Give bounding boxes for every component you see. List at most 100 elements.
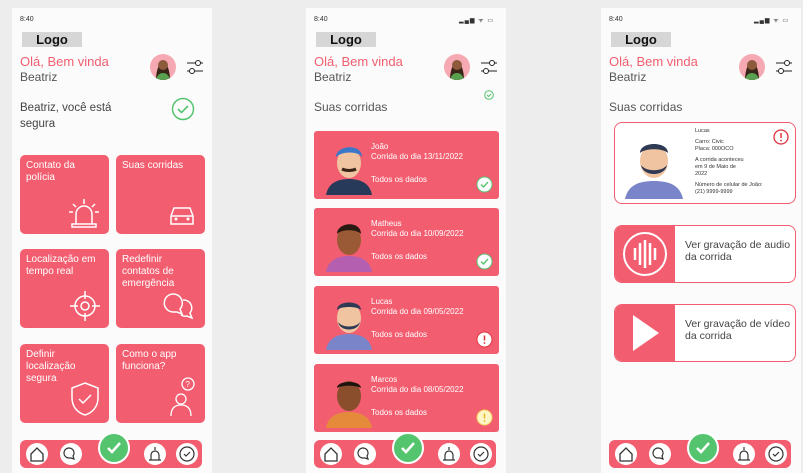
user-name: Beatriz [314, 70, 352, 84]
tile-label: Localização em tempo real [26, 254, 96, 277]
alert-circle-icon [476, 331, 493, 348]
driver-name: João [371, 142, 389, 151]
location-target-icon [70, 291, 100, 321]
car-plate: Placa: 000OCO [695, 146, 734, 152]
status-time: 8:40 [609, 16, 623, 23]
tile-how-app-works[interactable]: Como o app funciona?? [116, 344, 205, 423]
all-data-link[interactable]: Todos os dados [371, 330, 427, 339]
check-icon [696, 442, 710, 454]
driver-avatar [326, 147, 372, 195]
car-model: Carro: Civic [695, 139, 724, 145]
page-title: Suas corridas [609, 100, 683, 114]
nav-chat[interactable] [354, 443, 376, 465]
ride-card[interactable]: Marcos Corrida do dia 08/05/2022 Todos o… [314, 364, 499, 432]
all-data-link[interactable]: Todos os dados [371, 408, 427, 417]
ride-when: A corrida aconteceu em 9 de Maio de 2022 [695, 157, 744, 177]
settings-sliders-icon[interactable] [480, 58, 498, 76]
nav-safe[interactable] [765, 443, 787, 465]
check-icon [107, 442, 121, 454]
svg-text:?: ? [186, 380, 191, 389]
status-time: 8:40 [20, 16, 34, 23]
check-circle-icon [476, 176, 493, 193]
home-icon [324, 447, 338, 462]
nav-home[interactable] [26, 443, 48, 465]
ride-details: Lucas Carro: Civic Placa: 000OCO A corri… [695, 128, 785, 196]
nav-chat[interactable] [60, 443, 82, 465]
safe-check-icon [484, 90, 494, 100]
user-name: Beatriz [609, 70, 647, 84]
driver-avatar [326, 302, 372, 350]
ride-detail-card: Lucas Carro: Civic Placa: 000OCO A corri… [614, 122, 796, 204]
help-person-icon: ? [170, 377, 195, 417]
driver-phone: (21) 9999-9999 [695, 189, 733, 195]
safety-status-text: Beatriz, você está segura [20, 102, 112, 130]
siren-icon [443, 447, 455, 461]
driver-avatar [326, 381, 372, 428]
avatar[interactable] [150, 54, 176, 80]
nav-alert[interactable] [144, 443, 166, 465]
ride-date: Corrida do dia 10/09/2022 [371, 229, 464, 238]
tile-realtime-location[interactable]: Localização em tempo real [20, 249, 109, 328]
audio-wave-icon [623, 232, 667, 276]
check-circle-icon [476, 253, 493, 270]
driver-avatar [326, 224, 372, 272]
confirm-safe-button[interactable] [687, 432, 719, 464]
nav-home[interactable] [615, 443, 637, 465]
nav-home[interactable] [320, 443, 342, 465]
nav-safe[interactable] [470, 443, 492, 465]
audio-icon-box [615, 226, 675, 282]
siren-icon [738, 447, 750, 461]
ride-card[interactable]: Lucas Corrida do dia 09/05/2022 Todos os… [314, 286, 499, 354]
phone-label: Número de celular de João: [695, 182, 763, 188]
nav-alert[interactable] [438, 443, 460, 465]
chat-icon [63, 447, 75, 460]
tile-define-safe-location[interactable]: Definir localização segura [20, 344, 109, 423]
play-icon [633, 315, 659, 351]
driver-name: Matheus [371, 219, 402, 228]
chat-bubbles-icon [163, 293, 194, 320]
home-icon [30, 447, 44, 462]
tile-your-rides[interactable]: Suas corridas [116, 155, 205, 234]
status-icons: ▂▄▆ ᯤ ▭ [459, 18, 494, 24]
status-icons: ▂▄▆ ᯤ ▭ [754, 18, 789, 24]
settings-sliders-icon[interactable] [186, 58, 204, 76]
ride-date: Corrida do dia 08/05/2022 [371, 385, 464, 394]
tile-reset-emergency-contacts[interactable]: Redefinir contatos de emergência [116, 249, 205, 328]
tile-label: Suas corridas [122, 160, 184, 171]
avatar[interactable] [444, 54, 470, 80]
status-time: 8:40 [314, 16, 328, 23]
warning-circle-icon [476, 409, 493, 426]
car-icon [170, 207, 194, 225]
nav-alert[interactable] [733, 443, 755, 465]
ride-card[interactable]: Matheus Corrida do dia 10/09/2022 Todos … [314, 208, 499, 276]
app-logo: Logo [611, 32, 671, 47]
confirm-safe-button[interactable] [392, 432, 424, 464]
siren-icon [149, 447, 161, 461]
settings-sliders-icon[interactable] [775, 58, 793, 76]
all-data-link[interactable]: Todos os dados [371, 175, 427, 184]
tile-police-contact[interactable]: Contato da polícia [20, 155, 109, 234]
avatar[interactable] [739, 54, 765, 80]
nav-chat[interactable] [649, 443, 671, 465]
page-title: Suas corridas [314, 100, 388, 114]
home-screen: 8:40 Logo Olá, Bem vinda Beatriz Beatriz… [12, 8, 212, 473]
app-logo: Logo [316, 32, 376, 47]
user-name: Beatriz [20, 70, 58, 84]
audio-recording-button[interactable]: Ver gravação de audio da corrida [614, 225, 796, 283]
video-recording-button[interactable]: Ver gravação de vídeo da corrida [614, 304, 796, 362]
confirm-safe-button[interactable] [98, 432, 130, 464]
siren-icon [69, 199, 99, 228]
tile-label: Como o app funciona? [122, 349, 177, 372]
chat-icon [357, 447, 369, 460]
ride-card[interactable]: João Corrida do dia 13/11/2022 Todos os … [314, 131, 499, 199]
all-data-link[interactable]: Todos os dados [371, 252, 427, 261]
check-icon [401, 442, 415, 454]
ride-date: Corrida do dia 09/05/2022 [371, 307, 464, 316]
check-circle-icon [473, 446, 489, 462]
driver-name: Lucas [695, 128, 710, 134]
nav-safe[interactable] [176, 443, 198, 465]
alert-circle-icon[interactable] [773, 129, 789, 145]
audio-label: Ver gravação de audio da corrida [685, 239, 791, 263]
app-logo: Logo [22, 32, 82, 47]
shield-check-icon [71, 382, 99, 416]
